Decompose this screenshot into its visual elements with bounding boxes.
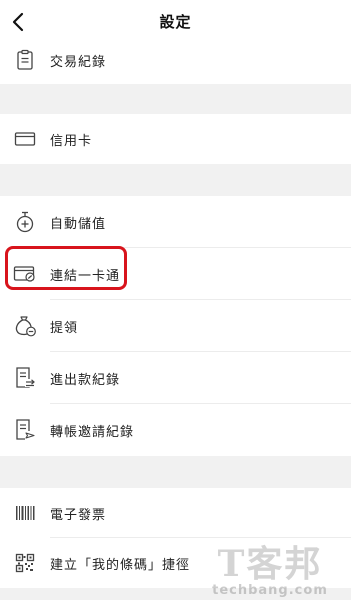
menu-item-transfer-invites[interactable]: 轉帳邀請紀錄 [0, 404, 351, 456]
clipboard-icon [11, 46, 39, 74]
menu-item-label: 信用卡 [50, 133, 93, 149]
section-gap [0, 84, 351, 114]
menu-item-auto-topup[interactable]: 自動儲值 [0, 196, 351, 248]
money-bag-minus-icon [11, 312, 39, 340]
menu-item-label: 進出款紀錄 [50, 372, 121, 388]
menu-item-withdraw[interactable]: 提領 [0, 300, 351, 352]
menu-item-credit-card[interactable]: 信用卡 [0, 114, 351, 164]
menu-item-label: 提領 [50, 320, 79, 336]
menu-item-barcode-shortcut[interactable]: 建立「我的條碼」捷徑 [0, 538, 351, 588]
plus-coin-icon [11, 208, 39, 236]
settings-screen: 設定 交易紀錄 信用卡 自動儲值 連結一卡通 提領 進出款紀錄 轉帳邀請紀錄 電… [0, 0, 351, 600]
section-gap [0, 456, 351, 488]
menu-item-link-ipass[interactable]: 連結一卡通 [0, 248, 351, 300]
menu-item-inout-records[interactable]: 進出款紀錄 [0, 352, 351, 404]
page-title: 設定 [159, 13, 192, 31]
link-card-icon [11, 260, 39, 288]
section-gap [0, 164, 351, 196]
chevron-left-icon [12, 12, 24, 32]
menu-item-label: 自動儲值 [50, 216, 107, 232]
menu-item-label: 建立「我的條碼」捷徑 [50, 557, 191, 573]
receipt-arrow-icon [11, 364, 39, 392]
menu-item-label: 交易紀錄 [50, 54, 107, 70]
menu-item-label: 轉帳邀請紀錄 [50, 424, 135, 440]
credit-card-icon [11, 125, 39, 153]
menu-item-label: 連結一卡通 [50, 268, 121, 284]
menu-item-transactions[interactable]: 交易紀錄 [0, 36, 351, 84]
menu-item-einvoice[interactable]: 電子發票 [0, 488, 351, 538]
qr-code-icon [11, 549, 39, 577]
back-button[interactable] [4, 7, 32, 37]
menu-item-label: 電子發票 [50, 507, 107, 523]
barcode-icon [11, 499, 39, 527]
receipt-send-icon [11, 416, 39, 444]
section-gap [0, 588, 351, 600]
